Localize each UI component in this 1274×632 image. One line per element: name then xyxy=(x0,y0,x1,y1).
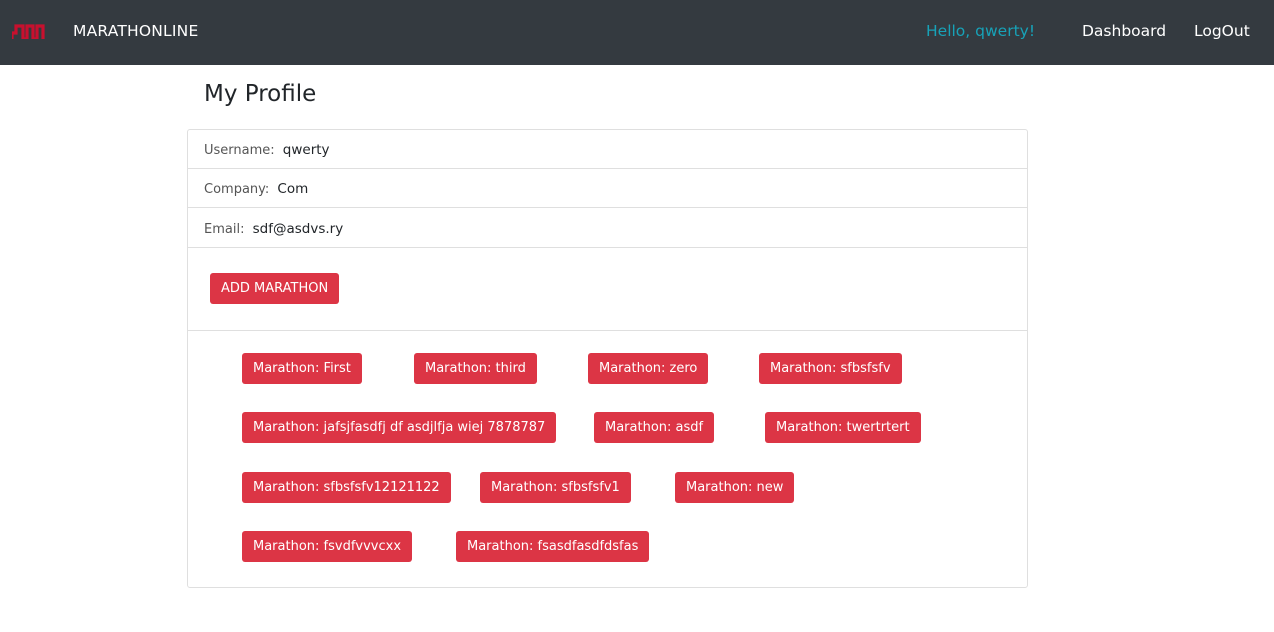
marathon-button[interactable]: Marathon: sfbsfsfv xyxy=(759,353,902,384)
username-label: Username: qwerty xyxy=(204,142,330,159)
username-value: qwerty xyxy=(282,142,330,158)
email-value: sdf@asdvs.ry xyxy=(252,221,344,237)
marathon-button[interactable]: Marathon: fsvdfvvvcxx xyxy=(242,531,413,562)
company-label-text: Company: xyxy=(204,182,270,197)
add-marathon-button[interactable]: ADD MARATHON xyxy=(210,273,340,304)
marathon-button[interactable]: Marathon: asdf xyxy=(594,412,715,443)
brand-name[interactable]: MARATHONLINE xyxy=(73,21,198,41)
company-label: Company: Com xyxy=(204,181,308,198)
marathon-button[interactable]: Marathon: First xyxy=(242,353,362,384)
username-label-text: Username: xyxy=(204,143,275,158)
marathon-button[interactable]: Marathon: sfbsfsfv1 xyxy=(480,472,631,503)
page-title: My Profile xyxy=(204,81,317,107)
dashboard-link[interactable]: Dashboard xyxy=(1082,21,1166,41)
marathon-button[interactable]: Marathon: third xyxy=(414,353,537,384)
marathon-button[interactable]: Marathon: fsasdfasdfdsfas xyxy=(456,531,650,562)
marathon-button[interactable]: Marathon: zero xyxy=(588,353,709,384)
marathon-button[interactable]: Marathon: new xyxy=(675,472,795,503)
company-row: Company: Com xyxy=(188,169,1027,208)
top-navbar: MARATHONLINE Hello, qwerty! Dashboard Lo… xyxy=(0,0,1274,65)
marathon-button[interactable]: Marathon: jafsjfasdfj df asdjlfja wiej 7… xyxy=(242,412,557,443)
company-value: Com xyxy=(277,181,309,197)
profile-card: Username: qwerty Company: Com Email: sdf… xyxy=(187,129,1028,588)
mm-logo-icon[interactable] xyxy=(12,20,45,39)
marathon-button[interactable]: Marathon: twertrtert xyxy=(765,412,921,443)
greeting-text: Hello, qwerty! xyxy=(926,22,1036,40)
email-label-text: Email: xyxy=(204,222,245,237)
username-row: Username: qwerty xyxy=(188,130,1027,169)
email-label: Email: sdf@asdvs.ry xyxy=(204,221,343,238)
marathon-list: Marathon: First Marathon: third Marathon… xyxy=(188,331,1027,586)
logout-link[interactable]: LogOut xyxy=(1194,21,1250,41)
add-marathon-row: ADD MARATHON xyxy=(188,248,1027,331)
email-row: Email: sdf@asdvs.ry xyxy=(188,209,1027,248)
marathon-button[interactable]: Marathon: sfbsfsfv12121122 xyxy=(242,472,451,503)
